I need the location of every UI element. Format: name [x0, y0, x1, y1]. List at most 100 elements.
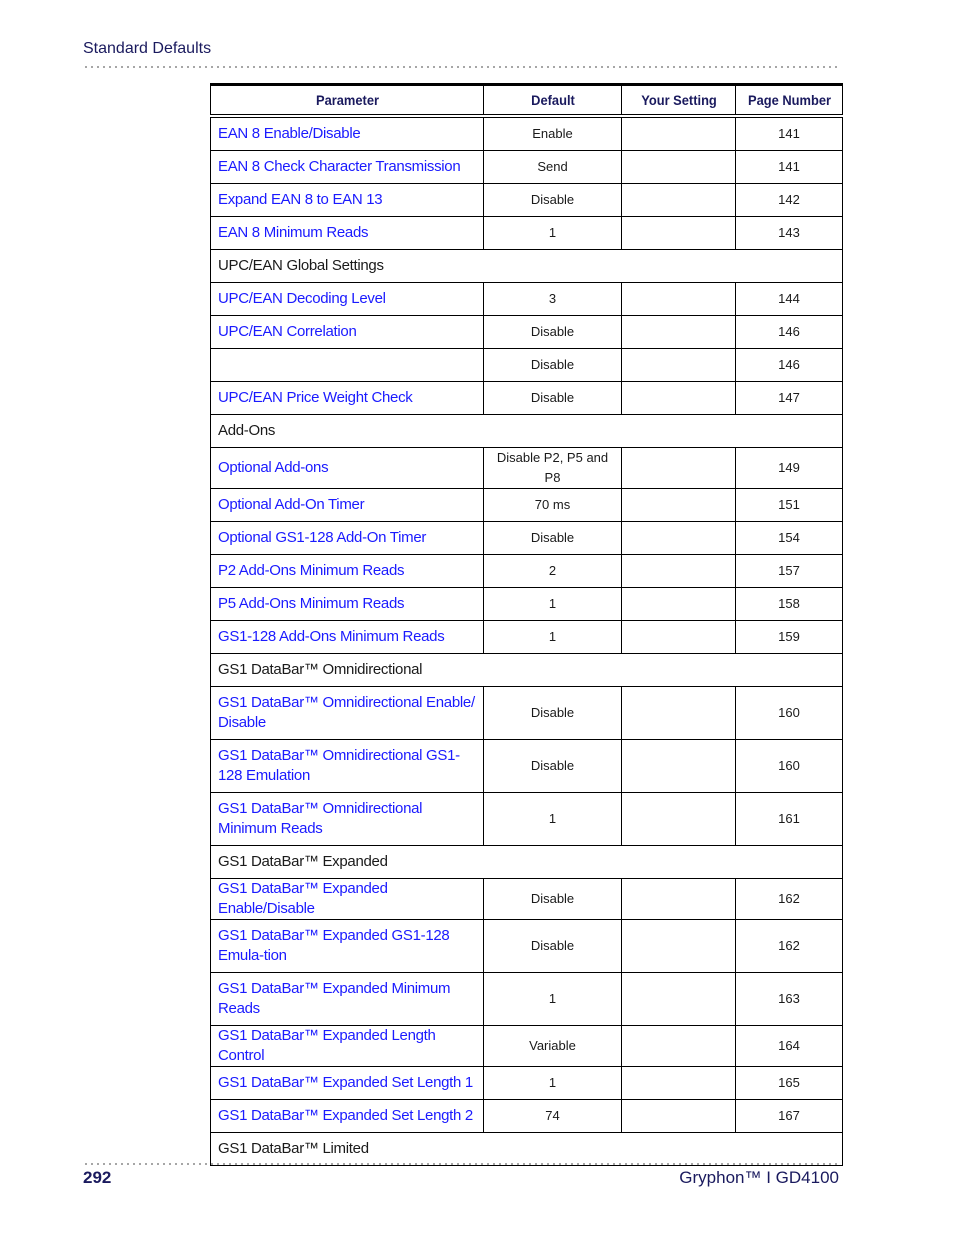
section-heading: Add-Ons: [210, 414, 843, 448]
page-number-cell: 151: [735, 488, 843, 522]
table-row: P5 Add-Ons Minimum Reads 1 158: [210, 587, 843, 621]
table-row: EAN 8 Enable/Disable Enable 141: [210, 115, 843, 151]
default-cell: Disable: [483, 919, 622, 973]
table-row: GS1 DataBar™ Expanded Set Length 1 1 165: [210, 1066, 843, 1100]
table-row: GS1 DataBar™ Expanded Enable/Disable Disa…: [210, 878, 843, 920]
parameter-cell: [210, 348, 484, 382]
parameter-cell: Optional GS1-128 Add-On Timer: [210, 521, 484, 555]
your-setting-cell: [621, 686, 736, 740]
page-number-cell: 159: [735, 620, 843, 654]
parameter-link[interactable]: UPC/EAN Price Weight Check: [218, 389, 413, 406]
parameter-link[interactable]: P2 Add-Ons Minimum Reads: [218, 562, 405, 579]
parameter-link[interactable]: EAN 8 Enable/Disable: [218, 125, 361, 142]
table-row: UPC/EAN Price Weight Check Disable 147: [210, 381, 843, 415]
table-row: GS1 DataBar™ Expanded Minimum Reads 1 163: [210, 972, 843, 1026]
parameter-link[interactable]: Optional Add-ons: [218, 459, 329, 476]
default-cell: Disable: [483, 315, 622, 349]
default-cell: 1: [483, 620, 622, 654]
your-setting-cell: [621, 1066, 736, 1100]
parameter-link[interactable]: GS1 DataBar™ Expanded Set Length 2: [218, 1107, 473, 1124]
parameter-cell: Optional Add-On Timer: [210, 488, 484, 522]
parameter-cell: GS1 DataBar™ Omnidirectional Minimum Rea…: [210, 792, 484, 846]
parameter-link[interactable]: GS1 DataBar™ Expanded Enable/Disable: [218, 880, 388, 917]
your-setting-cell: [621, 521, 736, 555]
default-cell: Disable: [483, 878, 622, 920]
section-row: GS1 DataBar™ Omnidirectional: [210, 653, 843, 687]
table-row: GS1 DataBar™ Expanded GS1-128 Emula-tion…: [210, 919, 843, 973]
page-number-cell: 144: [735, 282, 843, 316]
page-number-cell: 149: [735, 447, 843, 489]
page-number-cell: 157: [735, 554, 843, 588]
parameter-link[interactable]: GS1 DataBar™ Expanded GS1-128 Emula-tion: [218, 927, 450, 964]
table-row: EAN 8 Minimum Reads 1 143: [210, 216, 843, 250]
table-row: GS1-128 Add-Ons Minimum Reads 1 159: [210, 620, 843, 654]
your-setting-cell: [621, 488, 736, 522]
your-setting-cell: [621, 739, 736, 793]
parameter-link[interactable]: GS1 DataBar™ Expanded Length Control: [218, 1027, 436, 1064]
default-cell: Disable: [483, 686, 622, 740]
page-number-cell: 162: [735, 919, 843, 973]
parameter-cell: GS1 DataBar™ Expanded Minimum Reads: [210, 972, 484, 1026]
section-row: GS1 DataBar™ Expanded: [210, 845, 843, 879]
section-heading: GS1 DataBar™ Omnidirectional: [210, 653, 843, 687]
default-cell: 1: [483, 216, 622, 250]
page-number-cell: 160: [735, 739, 843, 793]
parameter-link[interactable]: P5 Add-Ons Minimum Reads: [218, 595, 405, 612]
default-cell: 1: [483, 792, 622, 846]
your-setting-cell: [621, 972, 736, 1026]
your-setting-cell: [621, 282, 736, 316]
parameter-cell: Expand EAN 8 to EAN 13: [210, 183, 484, 217]
your-setting-cell: [621, 554, 736, 588]
default-cell: Disable: [483, 521, 622, 555]
default-cell: Send: [483, 150, 622, 184]
parameter-link[interactable]: EAN 8 Check Character Transmission: [218, 158, 461, 175]
table-row: Optional Add-On Timer 70 ms 151: [210, 488, 843, 522]
table-row: Optional GS1-128 Add-On Timer Disable 154: [210, 521, 843, 555]
page-number-cell: 141: [735, 150, 843, 184]
your-setting-cell: [621, 150, 736, 184]
your-setting-cell: [621, 216, 736, 250]
table-row: Optional Add-ons Disable P2, P5 and P8 149: [210, 447, 843, 489]
section-row: Add-Ons: [210, 414, 843, 448]
column-header-parameter: Parameter: [220, 83, 474, 118]
page-number-cell: 162: [735, 878, 843, 920]
parameter-link[interactable]: EAN 8 Minimum Reads: [218, 224, 368, 241]
parameter-link[interactable]: Expand EAN 8 to EAN 13: [218, 191, 383, 208]
parameter-cell: EAN 8 Enable/Disable: [210, 115, 484, 151]
parameter-link[interactable]: GS1 DataBar™ Expanded Minimum Reads: [218, 980, 451, 1017]
parameter-cell: P5 Add-Ons Minimum Reads: [210, 587, 484, 621]
parameter-link[interactable]: Optional Add-On Timer: [218, 496, 365, 513]
default-cell: 1: [483, 587, 622, 621]
your-setting-cell: [621, 878, 736, 920]
parameter-link[interactable]: GS1 DataBar™ Omnidirectional GS1-128 Emu…: [218, 747, 460, 784]
parameter-link[interactable]: UPC/EAN Correlation: [218, 323, 357, 340]
page-number-cell: 161: [735, 792, 843, 846]
parameter-link[interactable]: Optional GS1-128 Add-On Timer: [218, 529, 426, 546]
your-setting-cell: [621, 1099, 736, 1133]
default-cell: Variable: [483, 1025, 622, 1067]
table-row: GS1 DataBar™ Omnidirectional GS1-128 Emu…: [210, 739, 843, 793]
your-setting-cell: [621, 348, 736, 382]
parameter-link[interactable]: UPC/EAN Decoding Level: [218, 290, 386, 307]
parameter-cell: GS1 DataBar™ Expanded Set Length 2: [210, 1099, 484, 1133]
default-cell: 1: [483, 1066, 622, 1100]
your-setting-cell: [621, 115, 736, 151]
parameter-link[interactable]: GS1 DataBar™ Omnidirectional Enable/ Dis…: [218, 694, 475, 731]
your-setting-cell: [621, 792, 736, 846]
parameter-link[interactable]: GS1 DataBar™ Omnidirectional Minimum Rea…: [218, 800, 422, 837]
parameter-cell: GS1 DataBar™ Expanded Length Control: [210, 1025, 484, 1067]
your-setting-cell: [621, 315, 736, 349]
page-number-cell: 165: [735, 1066, 843, 1100]
parameter-cell: GS1 DataBar™ Omnidirectional GS1-128 Emu…: [210, 739, 484, 793]
table-header-row: Parameter Default Your Setting Page Numb…: [211, 83, 843, 118]
parameter-cell: P2 Add-Ons Minimum Reads: [210, 554, 484, 588]
table-row: Expand EAN 8 to EAN 13 Disable 142: [210, 183, 843, 217]
parameter-link[interactable]: GS1-128 Add-Ons Minimum Reads: [218, 628, 445, 645]
section-heading: GS1 DataBar™ Limited: [210, 1132, 843, 1166]
parameter-cell: EAN 8 Minimum Reads: [210, 216, 484, 250]
parameter-cell: GS1 DataBar™ Omnidirectional Enable/ Dis…: [210, 686, 484, 740]
page-number-cell: 167: [735, 1099, 843, 1133]
column-header-default: Default: [488, 83, 617, 118]
default-cell: Disable P2, P5 and P8: [483, 447, 622, 489]
parameter-link[interactable]: GS1 DataBar™ Expanded Set Length 1: [218, 1074, 473, 1091]
